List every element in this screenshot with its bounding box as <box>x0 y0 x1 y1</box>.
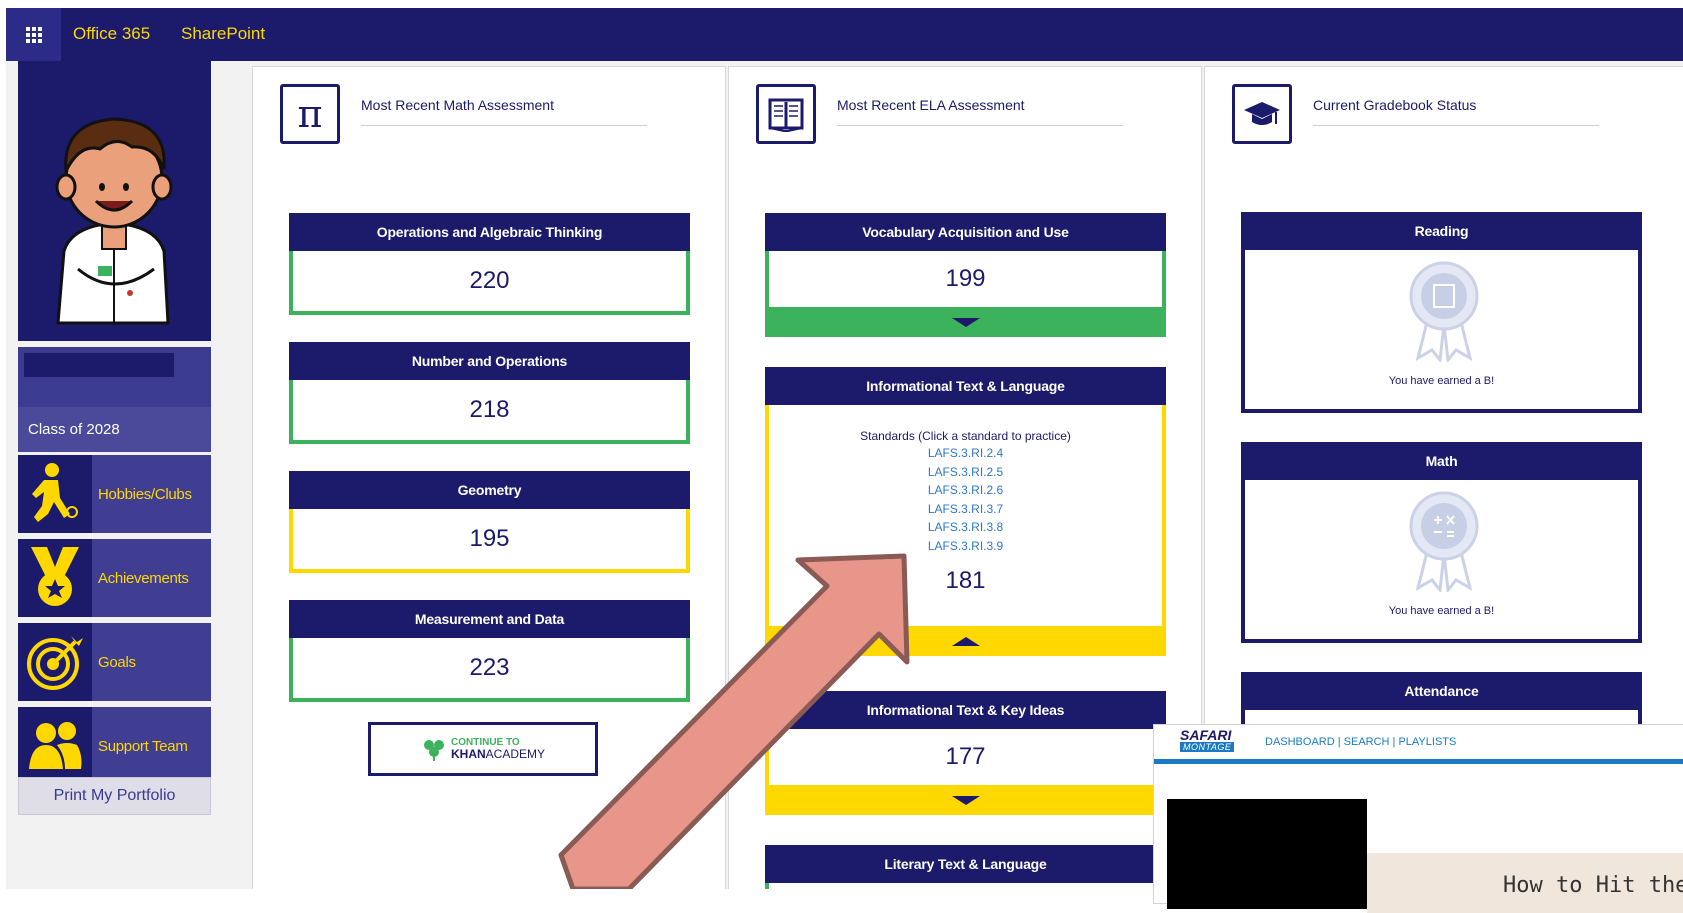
standard-link[interactable]: LAFS.3.RI.2.4 <box>769 444 1162 463</box>
graduation-cap-icon <box>1232 84 1292 144</box>
grade-message: You have earned a B! <box>1388 605 1495 617</box>
card-score: 181 <box>945 567 986 594</box>
redacted-name <box>24 353 174 377</box>
math-card-number[interactable]: Number and Operations 218 <box>289 342 690 444</box>
ela-card-literary[interactable]: Literary Text & Language <box>765 845 1166 889</box>
sidebar-item-label: Hobbies/Clubs <box>98 485 192 503</box>
panel-title: Current Gradebook Status <box>1313 97 1599 126</box>
book-award-ribbon-icon <box>1409 261 1479 362</box>
expand-toggle[interactable] <box>765 785 1166 815</box>
standards-heading: Standards (Click a standard to practice) <box>860 429 1071 443</box>
safari-nav-links[interactable]: DASHBOARD | SEARCH | PLAYLISTS <box>1265 736 1456 748</box>
card-score: 195 <box>289 509 690 573</box>
card-score: 199 <box>765 251 1166 307</box>
card-body: You have earned a B! <box>1241 480 1642 643</box>
gradebook-card-math[interactable]: Math You have earned a B! <box>1241 442 1642 643</box>
sidebar-item-hobbies[interactable]: Hobbies/Clubs <box>18 455 211 533</box>
sidebar-item-achievements[interactable]: Achievements <box>18 539 211 617</box>
class-of-label: Class of 2028 <box>18 407 211 452</box>
safari-montage-logo[interactable]: SAFARI MONTAGE <box>1180 728 1235 752</box>
sidebar-item-support-team[interactable]: Support Team <box>18 707 211 785</box>
khan-leaf-icon <box>423 740 444 761</box>
collapse-toggle[interactable] <box>765 626 1166 656</box>
khan-bold-text: KHAN <box>450 747 486 761</box>
card-title: Vocabulary Acquisition and Use <box>765 213 1166 251</box>
sharepoint-link[interactable]: SharePoint <box>181 24 265 44</box>
panel-title: Most Recent Math Assessment <box>361 97 647 126</box>
pi-icon: π <box>280 84 340 144</box>
sidebar-item-label: Goals <box>98 653 136 671</box>
ela-assessment-panel: Most Recent ELA Assessment Vocabulary Ac… <box>728 66 1202 889</box>
chevron-up-icon <box>951 636 980 646</box>
sidebar-item-goals[interactable]: Goals <box>18 623 211 701</box>
card-title: Operations and Algebraic Thinking <box>289 213 690 251</box>
sidebar-item-label: Achievements <box>98 569 189 587</box>
app-launcher-icon[interactable] <box>6 8 61 61</box>
book-icon <box>756 84 816 144</box>
card-title: Informational Text & Key Ideas <box>765 691 1166 729</box>
cartoon-boy-icon <box>55 117 173 325</box>
standard-link[interactable]: LAFS.3.RI.3.7 <box>769 500 1162 519</box>
card-score: 223 <box>289 638 690 702</box>
khan-academy-text: ACADEMY <box>485 747 545 761</box>
safari-header: SAFARI MONTAGE DASHBOARD | SEARCH | PLAY… <box>1154 725 1683 764</box>
card-title: Reading <box>1241 212 1642 250</box>
math-award-ribbon-icon <box>1409 491 1479 592</box>
office365-link[interactable]: Office 365 <box>73 24 150 44</box>
standard-link[interactable]: LAFS.3.RI.2.6 <box>769 481 1162 500</box>
card-body: You have earned a B! <box>1241 250 1642 413</box>
standard-link[interactable]: LAFS.3.RI.3.9 <box>769 537 1162 556</box>
standard-link[interactable]: LAFS.3.RI.3.8 <box>769 518 1162 537</box>
card-title: Literary Text & Language <box>765 845 1166 883</box>
target-icon <box>18 623 92 701</box>
card-title: Measurement and Data <box>289 600 690 638</box>
card-title: Math <box>1241 442 1642 480</box>
card-title: Attendance <box>1241 672 1642 710</box>
student-name-box <box>18 347 211 407</box>
card-score: 177 <box>765 729 1166 785</box>
gradebook-card-reading[interactable]: Reading You have earned a B! <box>1241 212 1642 413</box>
card-title: Geometry <box>289 471 690 509</box>
card-score: 218 <box>289 380 690 444</box>
card-title: Informational Text & Language <box>765 367 1166 405</box>
medal-icon <box>18 539 92 617</box>
standard-link[interactable]: LAFS.3.RI.2.5 <box>769 463 1162 482</box>
print-portfolio-button[interactable]: Print My Portfolio <box>18 777 211 815</box>
khan-academy-button[interactable]: CONTINUE TO KHANACADEMY <box>368 722 598 776</box>
card-body <box>765 883 1166 889</box>
chevron-down-icon <box>951 795 980 805</box>
people-icon <box>18 707 92 785</box>
panel-title: Most Recent ELA Assessment <box>837 97 1123 126</box>
math-card-geometry[interactable]: Geometry 195 <box>289 471 690 573</box>
video-caption: How to Hit the <box>1503 873 1683 898</box>
math-assessment-panel: π Most Recent Math Assessment Operations… <box>252 66 726 889</box>
ela-card-key-ideas[interactable]: Informational Text & Key Ideas 177 <box>765 691 1166 815</box>
math-card-operations[interactable]: Operations and Algebraic Thinking 220 <box>289 213 690 315</box>
math-card-measurement[interactable]: Measurement and Data 223 <box>289 600 690 702</box>
grade-message: You have earned a B! <box>1388 375 1495 387</box>
office-topbar: Office 365 SharePoint <box>6 8 1683 61</box>
video-player[interactable] <box>1167 799 1367 909</box>
safari-montage-window: SAFARI MONTAGE DASHBOARD | SEARCH | PLAY… <box>1153 724 1683 913</box>
ela-card-informational-language[interactable]: Informational Text & Language Standards … <box>765 367 1166 656</box>
card-title: Number and Operations <box>289 342 690 380</box>
card-score: 220 <box>289 251 690 315</box>
expand-toggle[interactable] <box>765 307 1166 337</box>
student-avatar <box>18 61 211 341</box>
sidebar-item-label: Support Team <box>98 737 188 755</box>
standards-list: Standards (Click a standard to practice)… <box>765 405 1166 626</box>
running-person-icon <box>18 455 92 533</box>
chevron-down-icon <box>951 317 980 327</box>
ela-card-vocabulary[interactable]: Vocabulary Acquisition and Use 199 <box>765 213 1166 337</box>
